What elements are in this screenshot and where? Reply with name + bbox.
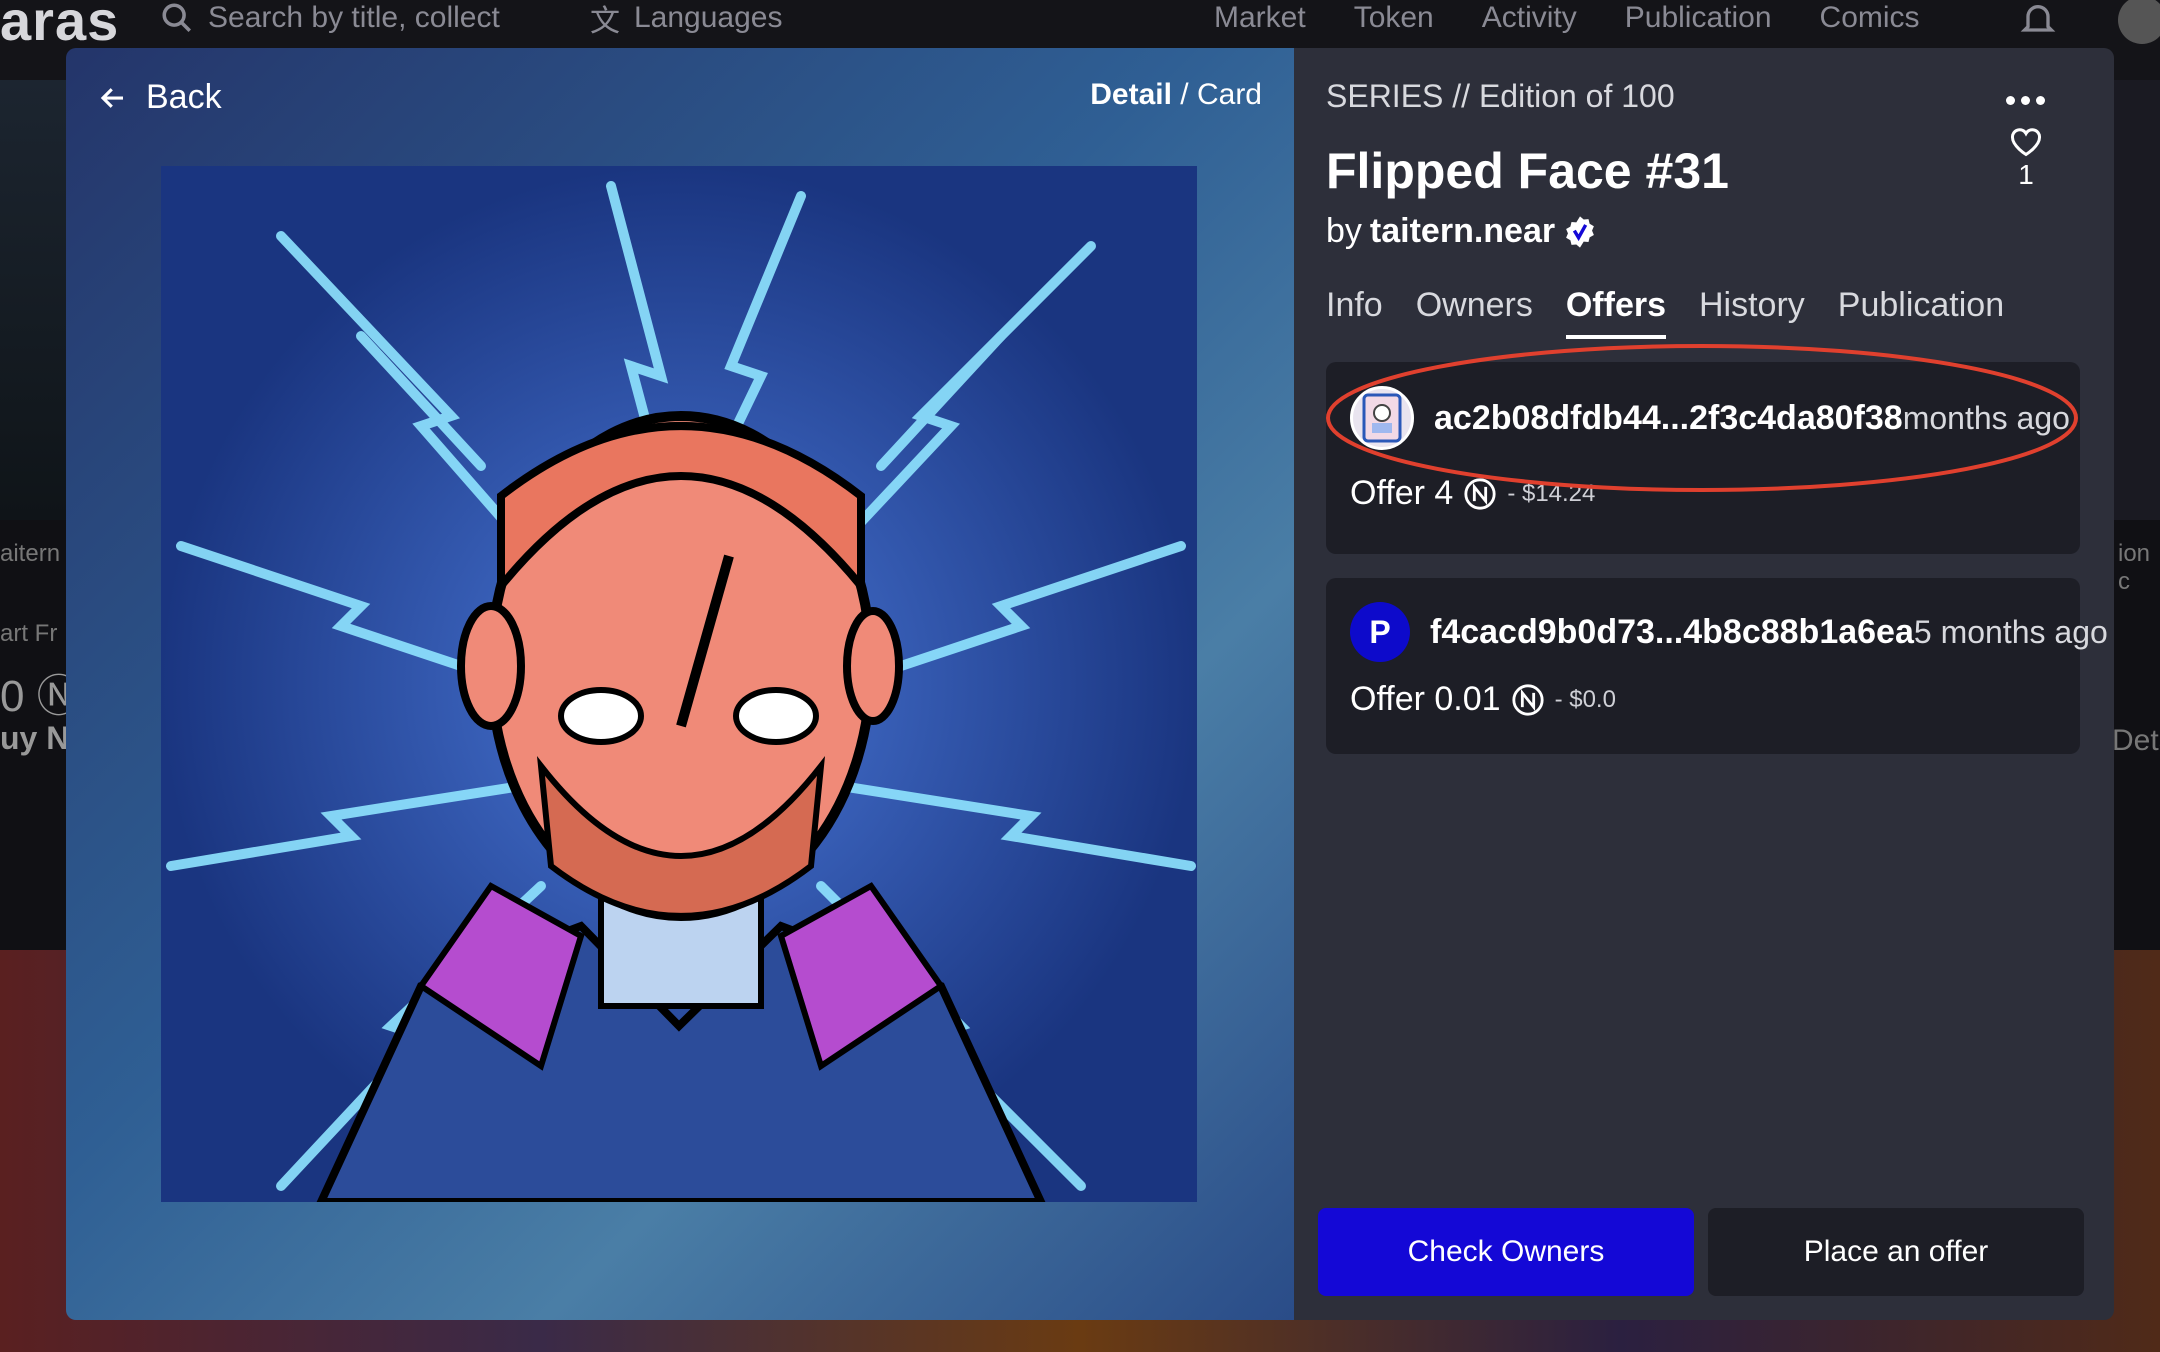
tab-owners[interactable]: Owners — [1416, 286, 1533, 339]
background-text: uy N — [0, 720, 70, 756]
nav-link-market[interactable]: Market — [1214, 1, 1306, 35]
like-button[interactable]: 1 — [2002, 124, 2050, 191]
background-card — [0, 80, 66, 520]
background-text: art Fr — [0, 620, 58, 647]
background-text: aitern — [0, 540, 61, 567]
creator-link[interactable]: taitern.near — [1370, 212, 1555, 251]
view-detail-option[interactable]: Detail — [1090, 78, 1172, 111]
offer-amount: Offer 0.01 — [1350, 680, 1501, 718]
tab-info[interactable]: Info — [1326, 286, 1383, 339]
by-label: by — [1326, 212, 1362, 250]
card-detail-modal: Back Detail / Card SERIES // Edition of … — [66, 48, 2114, 1320]
language-label: Languages — [634, 1, 783, 34]
offer-avatar[interactable]: P — [1350, 602, 1410, 662]
back-label: Back — [146, 78, 222, 116]
site-logo[interactable]: aras — [0, 0, 119, 53]
offer-avatar[interactable] — [1350, 386, 1414, 450]
check-owners-button[interactable]: Check Owners — [1318, 1208, 1694, 1296]
nav-links: Market Token Activity Publication Comics — [1214, 0, 1920, 36]
background-text: ion c — [2118, 540, 2151, 595]
view-card-option[interactable]: Card — [1197, 78, 1262, 111]
nav-link-activity[interactable]: Activity — [1482, 1, 1577, 35]
artwork-illustration — [161, 166, 1197, 1202]
view-toggle: Detail / Card — [1090, 78, 1262, 112]
nav-link-publication[interactable]: Publication — [1625, 1, 1772, 35]
background-card — [2112, 80, 2160, 520]
offer-card: ac2b08dfdb44...2f3c4da80f38 months ago O… — [1326, 362, 2080, 554]
artwork-pane: Back Detail / Card — [66, 48, 1294, 1320]
offer-avatar-image — [1362, 393, 1402, 443]
tab-history[interactable]: History — [1699, 286, 1805, 339]
search-bar[interactable]: Search by title, collect — [160, 0, 540, 36]
offer-amount: Offer 4 — [1350, 474, 1454, 512]
tab-offers[interactable]: Offers — [1565, 286, 1666, 339]
card-title: Flipped Face #31 — [1326, 143, 1729, 199]
nft-artwork — [161, 166, 1197, 1202]
user-avatar[interactable] — [2118, 0, 2160, 44]
series-label: SERIES // Edition of 100 — [1326, 78, 1675, 114]
offer-card: P f4cacd9b0d73...4b8c88b1a6ea 5 months a… — [1326, 578, 2108, 754]
arrow-left-icon — [100, 87, 123, 108]
verified-badge-icon — [1566, 215, 1594, 248]
view-separator: / — [1171, 78, 1197, 111]
translate-icon: 文 — [590, 5, 620, 38]
nav-link-token[interactable]: Token — [1354, 1, 1434, 35]
tab-publication[interactable]: Publication — [1838, 286, 2004, 339]
bell-icon[interactable] — [2018, 0, 2058, 40]
detail-tabs: Info Owners Offers History Publication — [1326, 286, 2004, 339]
search-icon — [162, 3, 192, 33]
offer-time: 5 months ago — [1913, 613, 2108, 650]
heart-icon — [2011, 128, 2041, 157]
back-button[interactable]: Back — [98, 78, 222, 117]
offer-account[interactable]: f4cacd9b0d73...4b8c88b1a6ea — [1430, 613, 1914, 652]
near-currency-icon — [1464, 477, 1496, 510]
near-currency-icon — [1511, 683, 1544, 716]
offer-time: months ago — [1902, 399, 2070, 436]
creator-line: by taitern.near — [1326, 212, 1597, 251]
details-pane: SERIES // Edition of 100 Flipped Face #3… — [1294, 48, 2114, 1320]
like-count: 1 — [2018, 159, 2034, 190]
more-options-icon[interactable] — [2006, 96, 2046, 110]
search-placeholder: Search by title, collect — [208, 1, 500, 34]
nav-link-comics[interactable]: Comics — [1820, 1, 1920, 35]
offer-usd-value: - $14.24 — [1507, 479, 1596, 507]
background-text: Deta — [2112, 724, 2160, 757]
language-selector[interactable]: 文 Languages — [590, 0, 783, 38]
place-offer-button[interactable]: Place an offer — [1708, 1208, 2084, 1296]
offer-account[interactable]: ac2b08dfdb44...2f3c4da80f38 — [1434, 399, 1903, 438]
offer-usd-value: - $0.0 — [1554, 685, 1616, 713]
